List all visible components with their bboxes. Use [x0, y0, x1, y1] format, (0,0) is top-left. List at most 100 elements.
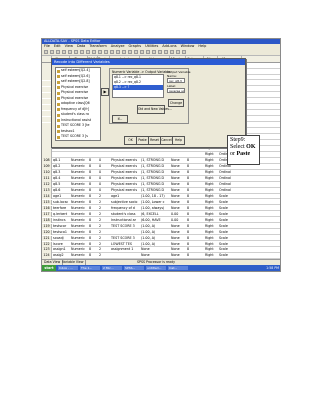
move-variable-arrow-button[interactable]: ▶ — [101, 88, 109, 96]
toolbar-button-icon[interactable] — [104, 50, 108, 54]
table-cell-label[interactable]: subjective socio — [110, 200, 141, 206]
table-cell-values[interactable]: None — [140, 247, 171, 253]
table-row[interactable]: 112 q8.5 Numeric 8 0 Physical exercis (1, STRO… — [42, 182, 280, 188]
table-cell-values[interactable]: (1.00, A) — [140, 236, 171, 242]
toolbar-button-icon[interactable] — [128, 50, 132, 54]
table-cell-cols[interactable]: 8 — [186, 188, 205, 194]
table-cell-measure[interactable]: Scale — [218, 230, 243, 236]
table-cell-cols[interactable]: 8 — [186, 242, 205, 248]
table-cell-type[interactable]: Numeric — [70, 194, 89, 200]
table-cell-measure[interactable]: Scale — [218, 242, 243, 248]
table-cell-label[interactable]: LOWEST TES — [110, 242, 141, 248]
table-cell-name[interactable]: sub.locsc — [52, 200, 71, 206]
table-cell-align[interactable]: Right — [204, 230, 219, 236]
table-cell-name[interactable]: lscore — [52, 242, 71, 248]
table-cell-align[interactable]: Right — [204, 182, 219, 188]
table-cell-values[interactable]: (1, STRONG D — [140, 158, 171, 164]
toolbar-button-icon[interactable] — [62, 50, 66, 54]
table-cell-cols[interactable]: 8 — [186, 247, 205, 253]
list-item[interactable]: LOWEST TES — [56, 140, 100, 141]
mapping-item[interactable]: q8.3 --> ? — [113, 85, 163, 90]
table-cell-values[interactable]: (1.00, always) — [140, 206, 171, 212]
table-cell-measure[interactable]: Scale — [218, 218, 243, 224]
table-cell-missing[interactable]: None — [170, 158, 187, 164]
table-row[interactable]: 119 testscor Numeric 8 2 TEST SCORE 3 (1.00, A… — [42, 223, 280, 230]
start-button[interactable]: start — [42, 265, 56, 271]
table-cell-align[interactable]: Right — [204, 247, 219, 253]
table-cell-label[interactable]: age1 — [110, 194, 141, 200]
menu-item[interactable]: Help — [198, 44, 206, 48]
table-cell-name[interactable]: instincs — [52, 218, 71, 224]
table-cell-measure[interactable]: Scale — [218, 206, 243, 212]
toolbar-button-icon[interactable] — [50, 50, 54, 54]
table-cell-align[interactable]: Right — [204, 170, 219, 176]
table-cell-missing[interactable]: None — [170, 247, 187, 253]
toolbar-button-icon[interactable] — [176, 50, 180, 54]
table-cell-align[interactable]: Right — [204, 164, 219, 170]
table-cell-name[interactable]: q8.6 — [52, 188, 71, 194]
table-cell-type[interactable]: Numeric — [70, 230, 89, 236]
toolbar-button-icon[interactable] — [110, 50, 114, 54]
table-cell-label[interactable]: Physical exercis — [110, 182, 141, 188]
table-cell-missing[interactable]: None — [170, 164, 187, 170]
if-button[interactable]: If... — [112, 115, 128, 123]
table-row[interactable]: 116 teerfore Numeric 8 2 frequency of d (1.00,… — [42, 205, 280, 212]
toolbar-button-icon[interactable] — [44, 50, 48, 54]
table-cell-cols[interactable]: 8 — [186, 224, 205, 230]
toolbar-button-icon[interactable] — [170, 50, 174, 54]
table-cell-align[interactable]: Right — [204, 224, 219, 230]
toolbar-button-icon[interactable] — [134, 50, 138, 54]
table-cell-type[interactable] — [70, 152, 89, 158]
table-cell-name[interactable]: q8.2 — [52, 164, 71, 170]
table-cell-align[interactable]: Right — [204, 176, 219, 182]
table-cell-values[interactable]: (1, STRONG D — [140, 182, 171, 188]
table-cell-label[interactable]: TEST SCORE 3 — [110, 224, 141, 230]
table-cell-values[interactable]: (1, STRONG D — [140, 164, 171, 170]
table-cell-missing[interactable] — [170, 152, 187, 158]
table-cell-cols[interactable]: 8 — [186, 158, 205, 164]
table-cell-values[interactable]: (6, EXCELL — [140, 212, 171, 218]
table-cell-measure[interactable]: Scale — [218, 224, 243, 230]
table-cell-label[interactable]: student's class — [110, 212, 141, 218]
table-cell-type[interactable]: Numeric — [70, 218, 89, 224]
table-cell-name[interactable]: assign1 — [52, 247, 71, 253]
table-cell-cols[interactable]: 8 — [186, 176, 205, 182]
table-cell-values[interactable]: (1.00, 18 - 17) — [140, 194, 171, 200]
table-cell-name[interactable]: testsco1 — [52, 230, 71, 236]
table-cell-align[interactable]: Right — [204, 194, 219, 200]
table-cell-type[interactable]: Numeric — [70, 188, 89, 194]
toolbar-button-icon[interactable] — [116, 50, 120, 54]
table-cell-label[interactable]: TEST SCORE 3 — [110, 236, 141, 242]
table-cell-measure[interactable]: Ordinal — [218, 188, 243, 194]
table-cell-measure[interactable]: Scale — [218, 212, 243, 218]
table-cell-label[interactable] — [110, 230, 141, 236]
toolbar-button-icon[interactable] — [152, 50, 156, 54]
old-new-values-button[interactable]: Old and New Values... — [137, 105, 172, 114]
table-cell-type[interactable]: Numeric — [70, 247, 89, 253]
table-cell-values[interactable]: (1, STRONG D — [140, 188, 171, 194]
toolbar-button-icon[interactable] — [140, 50, 144, 54]
toolbar-button-icon[interactable] — [98, 50, 102, 54]
table-cell-name[interactable]: q8.5 — [52, 182, 71, 188]
toolbar-button-icon[interactable] — [74, 50, 78, 54]
table-cell-measure[interactable]: Scale — [218, 247, 243, 253]
table-cell-name[interactable]: q.lerbert — [52, 212, 71, 218]
help-button[interactable]: Help — [172, 136, 185, 145]
taskbar-task[interactable]: SPSS... — [124, 266, 144, 270]
table-cell-type[interactable]: Numeric — [70, 212, 89, 218]
table-cell-measure[interactable]: Scale — [218, 200, 243, 206]
change-button[interactable]: Change — [168, 99, 184, 107]
table-cell-name[interactable]: age1 — [52, 194, 71, 200]
table-row[interactable]: 113 q8.6 Numeric 8 0 Physical exercis (1, STRO… — [42, 187, 280, 194]
table-cell-values[interactable] — [140, 152, 171, 158]
table-cell-measure[interactable]: Ordinal — [218, 182, 243, 188]
table-row[interactable]: 110 q8.3 Numeric 8 0 Physical exercis (1, STRO… — [42, 170, 280, 176]
source-variable-list[interactable]: self esteem[Q2.4] self esteem[Q2.6] self e… — [55, 67, 101, 141]
table-cell-cols[interactable]: 8 — [186, 236, 205, 242]
table-cell-type[interactable]: Numeric — [70, 200, 89, 206]
table-cell-name[interactable]: scoadj — [52, 236, 71, 242]
table-cell-label[interactable]: frequency of d — [110, 206, 141, 212]
table-cell-missing[interactable]: None — [170, 206, 187, 212]
table-cell-align[interactable]: Right — [204, 236, 219, 242]
table-cell-label[interactable]: Physical exercis — [110, 170, 141, 176]
